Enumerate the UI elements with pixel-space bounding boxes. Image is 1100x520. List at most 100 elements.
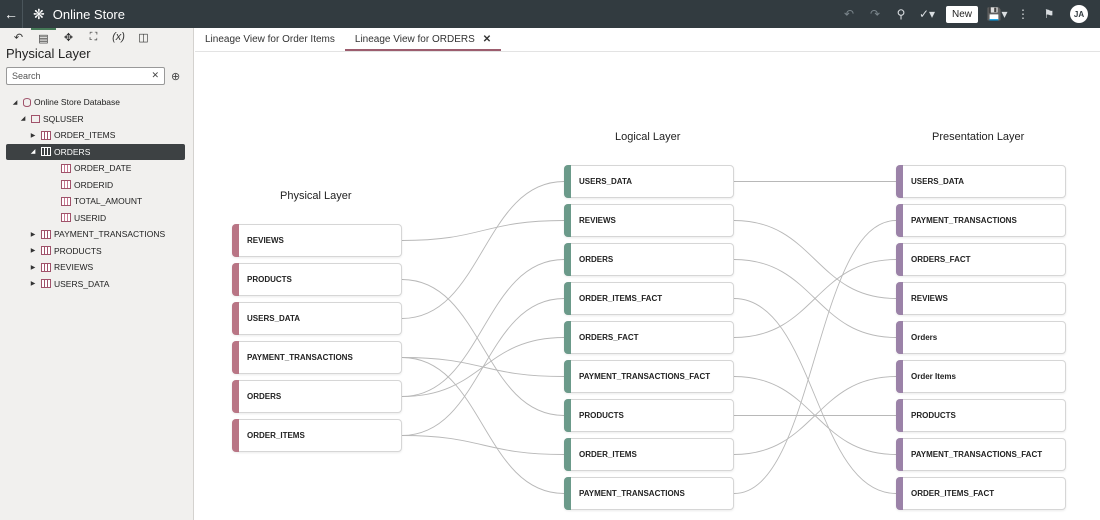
presentation-node[interactable]: Orders xyxy=(896,321,1066,354)
tree-item[interactable]: ▶ PAYMENT_TRANSACTIONS xyxy=(0,226,193,243)
presentation-node[interactable]: ORDER_ITEMS_FACT xyxy=(896,477,1066,510)
physical-node[interactable]: PAYMENT_TRANSACTIONS xyxy=(232,341,402,374)
logical-node[interactable]: ORDER_ITEMS xyxy=(564,438,734,471)
node-label: PAYMENT_TRANSACTIONS_FACT xyxy=(911,450,1043,459)
logical-node[interactable]: REVIEWS xyxy=(564,204,734,237)
logical-node[interactable]: ORDERS_FACT xyxy=(564,321,734,354)
lineage-link xyxy=(401,220,565,241)
tree-item[interactable]: ORDERID xyxy=(0,177,193,194)
app-header: ← ❋ Online Store ↶ ↷ ⚲ ✓▾ New 💾▾ ⋮ ⚑ JA xyxy=(0,0,1100,28)
user-avatar[interactable]: JA xyxy=(1070,5,1088,23)
node-label: PAYMENT_TRANSACTIONS xyxy=(247,353,353,362)
lineage-link xyxy=(401,435,565,455)
node-label: PAYMENT_TRANSACTIONS xyxy=(579,489,685,498)
tree-item-label: PAYMENT_TRANSACTIONS xyxy=(54,229,166,240)
presentation-node[interactable]: REVIEWS xyxy=(896,282,1066,315)
table-icon xyxy=(41,279,51,289)
logical-node[interactable]: ORDER_ITEMS_FACT xyxy=(564,282,734,315)
tree-item[interactable]: ◢ SQLUSER xyxy=(0,111,193,128)
undo-icon[interactable]: ↶ xyxy=(836,0,862,28)
node-label: ORDERS xyxy=(247,392,282,401)
tree-item-label: ORDER_ITEMS xyxy=(54,130,116,141)
logical-node[interactable]: USERS_DATA xyxy=(564,165,734,198)
presentation-node[interactable]: PAYMENT_TRANSACTIONS_FACT xyxy=(896,438,1066,471)
sidebar-toolbar: ↶ ▤ ✥ ⛶ (x) ◫ xyxy=(0,28,193,46)
tree-item[interactable]: TOTAL_AMOUNT xyxy=(0,193,193,210)
lineage-link xyxy=(401,181,565,319)
tree-item[interactable]: USERID xyxy=(0,210,193,227)
move-icon[interactable]: ✥ xyxy=(56,28,81,46)
back-nav-icon[interactable]: ↶ xyxy=(6,28,31,46)
logical-node[interactable]: PAYMENT_TRANSACTIONS xyxy=(564,477,734,510)
tree-item[interactable]: ▶ REVIEWS xyxy=(0,259,193,276)
physical-node[interactable]: ORDER_ITEMS xyxy=(232,419,402,452)
logical-node[interactable]: ORDERS xyxy=(564,243,734,276)
database-icon[interactable]: ▤ xyxy=(31,28,56,46)
physical-node[interactable]: USERS_DATA xyxy=(232,302,402,335)
clear-search-icon[interactable]: ✕ xyxy=(151,70,159,81)
expand-arrow-icon[interactable]: ▶ xyxy=(28,280,38,287)
tree-item-label: ORDERID xyxy=(74,179,114,190)
tree-item[interactable]: ▶ USERS_DATA xyxy=(0,276,193,293)
more-options-icon[interactable]: ⋮ xyxy=(1010,0,1036,28)
node-label: USERS_DATA xyxy=(247,314,301,323)
presentation-node[interactable]: PRODUCTS xyxy=(896,399,1066,432)
sidebar: ↶ ▤ ✥ ⛶ (x) ◫ Physical Layer Search ✕ ⊕ … xyxy=(0,28,194,520)
tree-item-label: USERS_DATA xyxy=(54,278,110,289)
node-label: ORDER_ITEMS_FACT xyxy=(579,294,663,303)
tree-item-label: SQLUSER xyxy=(43,113,84,124)
expand-arrow-icon[interactable]: ▶ xyxy=(28,231,38,238)
save-menu-icon[interactable]: 💾▾ xyxy=(984,0,1010,28)
logical-node[interactable]: PAYMENT_TRANSACTIONS_FACT xyxy=(564,360,734,393)
column-icon xyxy=(61,180,71,190)
node-label: PAYMENT_TRANSACTIONS_FACT xyxy=(579,372,711,381)
collapse-arrow-icon[interactable]: ◢ xyxy=(18,115,28,122)
physical-node[interactable]: PRODUCTS xyxy=(232,263,402,296)
function-icon[interactable]: (x) xyxy=(106,28,131,46)
presentation-node[interactable]: USERS_DATA xyxy=(896,165,1066,198)
expand-icon[interactable]: ⛶ xyxy=(81,28,106,46)
table-icon xyxy=(41,246,51,256)
tree-item[interactable]: ◢ Online Store Database xyxy=(0,94,193,111)
presentation-node[interactable]: PAYMENT_TRANSACTIONS xyxy=(896,204,1066,237)
collapse-arrow-icon[interactable]: ◢ xyxy=(10,99,20,106)
tree-item[interactable]: ▶ ORDER_ITEMS xyxy=(0,127,193,144)
tree-item-label: REVIEWS xyxy=(54,262,94,273)
node-label: USERS_DATA xyxy=(579,177,633,186)
tree-item[interactable]: ORDER_DATE xyxy=(0,160,193,177)
presentation-node[interactable]: ORDERS_FACT xyxy=(896,243,1066,276)
back-arrow-icon[interactable]: ← xyxy=(0,0,22,28)
expand-arrow-icon[interactable]: ▶ xyxy=(28,247,38,254)
main-panel: Lineage View for Order Items Lineage View… xyxy=(195,28,1100,520)
column-icon xyxy=(61,213,71,223)
physical-node[interactable]: REVIEWS xyxy=(232,224,402,257)
collapse-arrow-icon[interactable]: ◢ xyxy=(28,148,38,155)
tree-item[interactable]: ◢ ORDERS xyxy=(6,143,185,160)
table-icon xyxy=(41,147,51,157)
new-button[interactable]: New xyxy=(945,5,978,23)
expand-arrow-icon[interactable]: ▶ xyxy=(28,264,38,271)
node-label: Orders xyxy=(911,333,938,342)
search-input[interactable]: Search ✕ xyxy=(6,67,165,85)
presentation-node[interactable]: Order Items xyxy=(896,360,1066,393)
node-label: REVIEWS xyxy=(247,236,284,245)
bookmark-icon[interactable]: ⚑ xyxy=(1036,0,1062,28)
app-logo-icon: ❋ xyxy=(33,5,45,22)
document-icon[interactable]: ◫ xyxy=(131,28,156,46)
check-menu-icon[interactable]: ✓▾ xyxy=(914,0,940,28)
node-label: ORDER_ITEMS xyxy=(579,450,637,459)
schema-icon xyxy=(31,114,40,123)
tree-item[interactable]: ▶ PRODUCTS xyxy=(0,243,193,260)
physical-node[interactable]: ORDERS xyxy=(232,380,402,413)
header-divider xyxy=(22,0,23,28)
expand-arrow-icon[interactable]: ▶ xyxy=(28,132,38,139)
node-label: ORDERS_FACT xyxy=(579,333,639,342)
node-label: ORDERS_FACT xyxy=(911,255,971,264)
redo-icon[interactable]: ↷ xyxy=(862,0,888,28)
logical-node[interactable]: PRODUCTS xyxy=(564,399,734,432)
presentation-layer-title: Presentation Layer xyxy=(932,131,1025,143)
app-title: Online Store xyxy=(52,6,125,22)
search-icon[interactable]: ⚲ xyxy=(888,0,914,28)
table-icon xyxy=(41,130,51,140)
add-circle-icon[interactable]: ⊕ xyxy=(171,70,180,83)
